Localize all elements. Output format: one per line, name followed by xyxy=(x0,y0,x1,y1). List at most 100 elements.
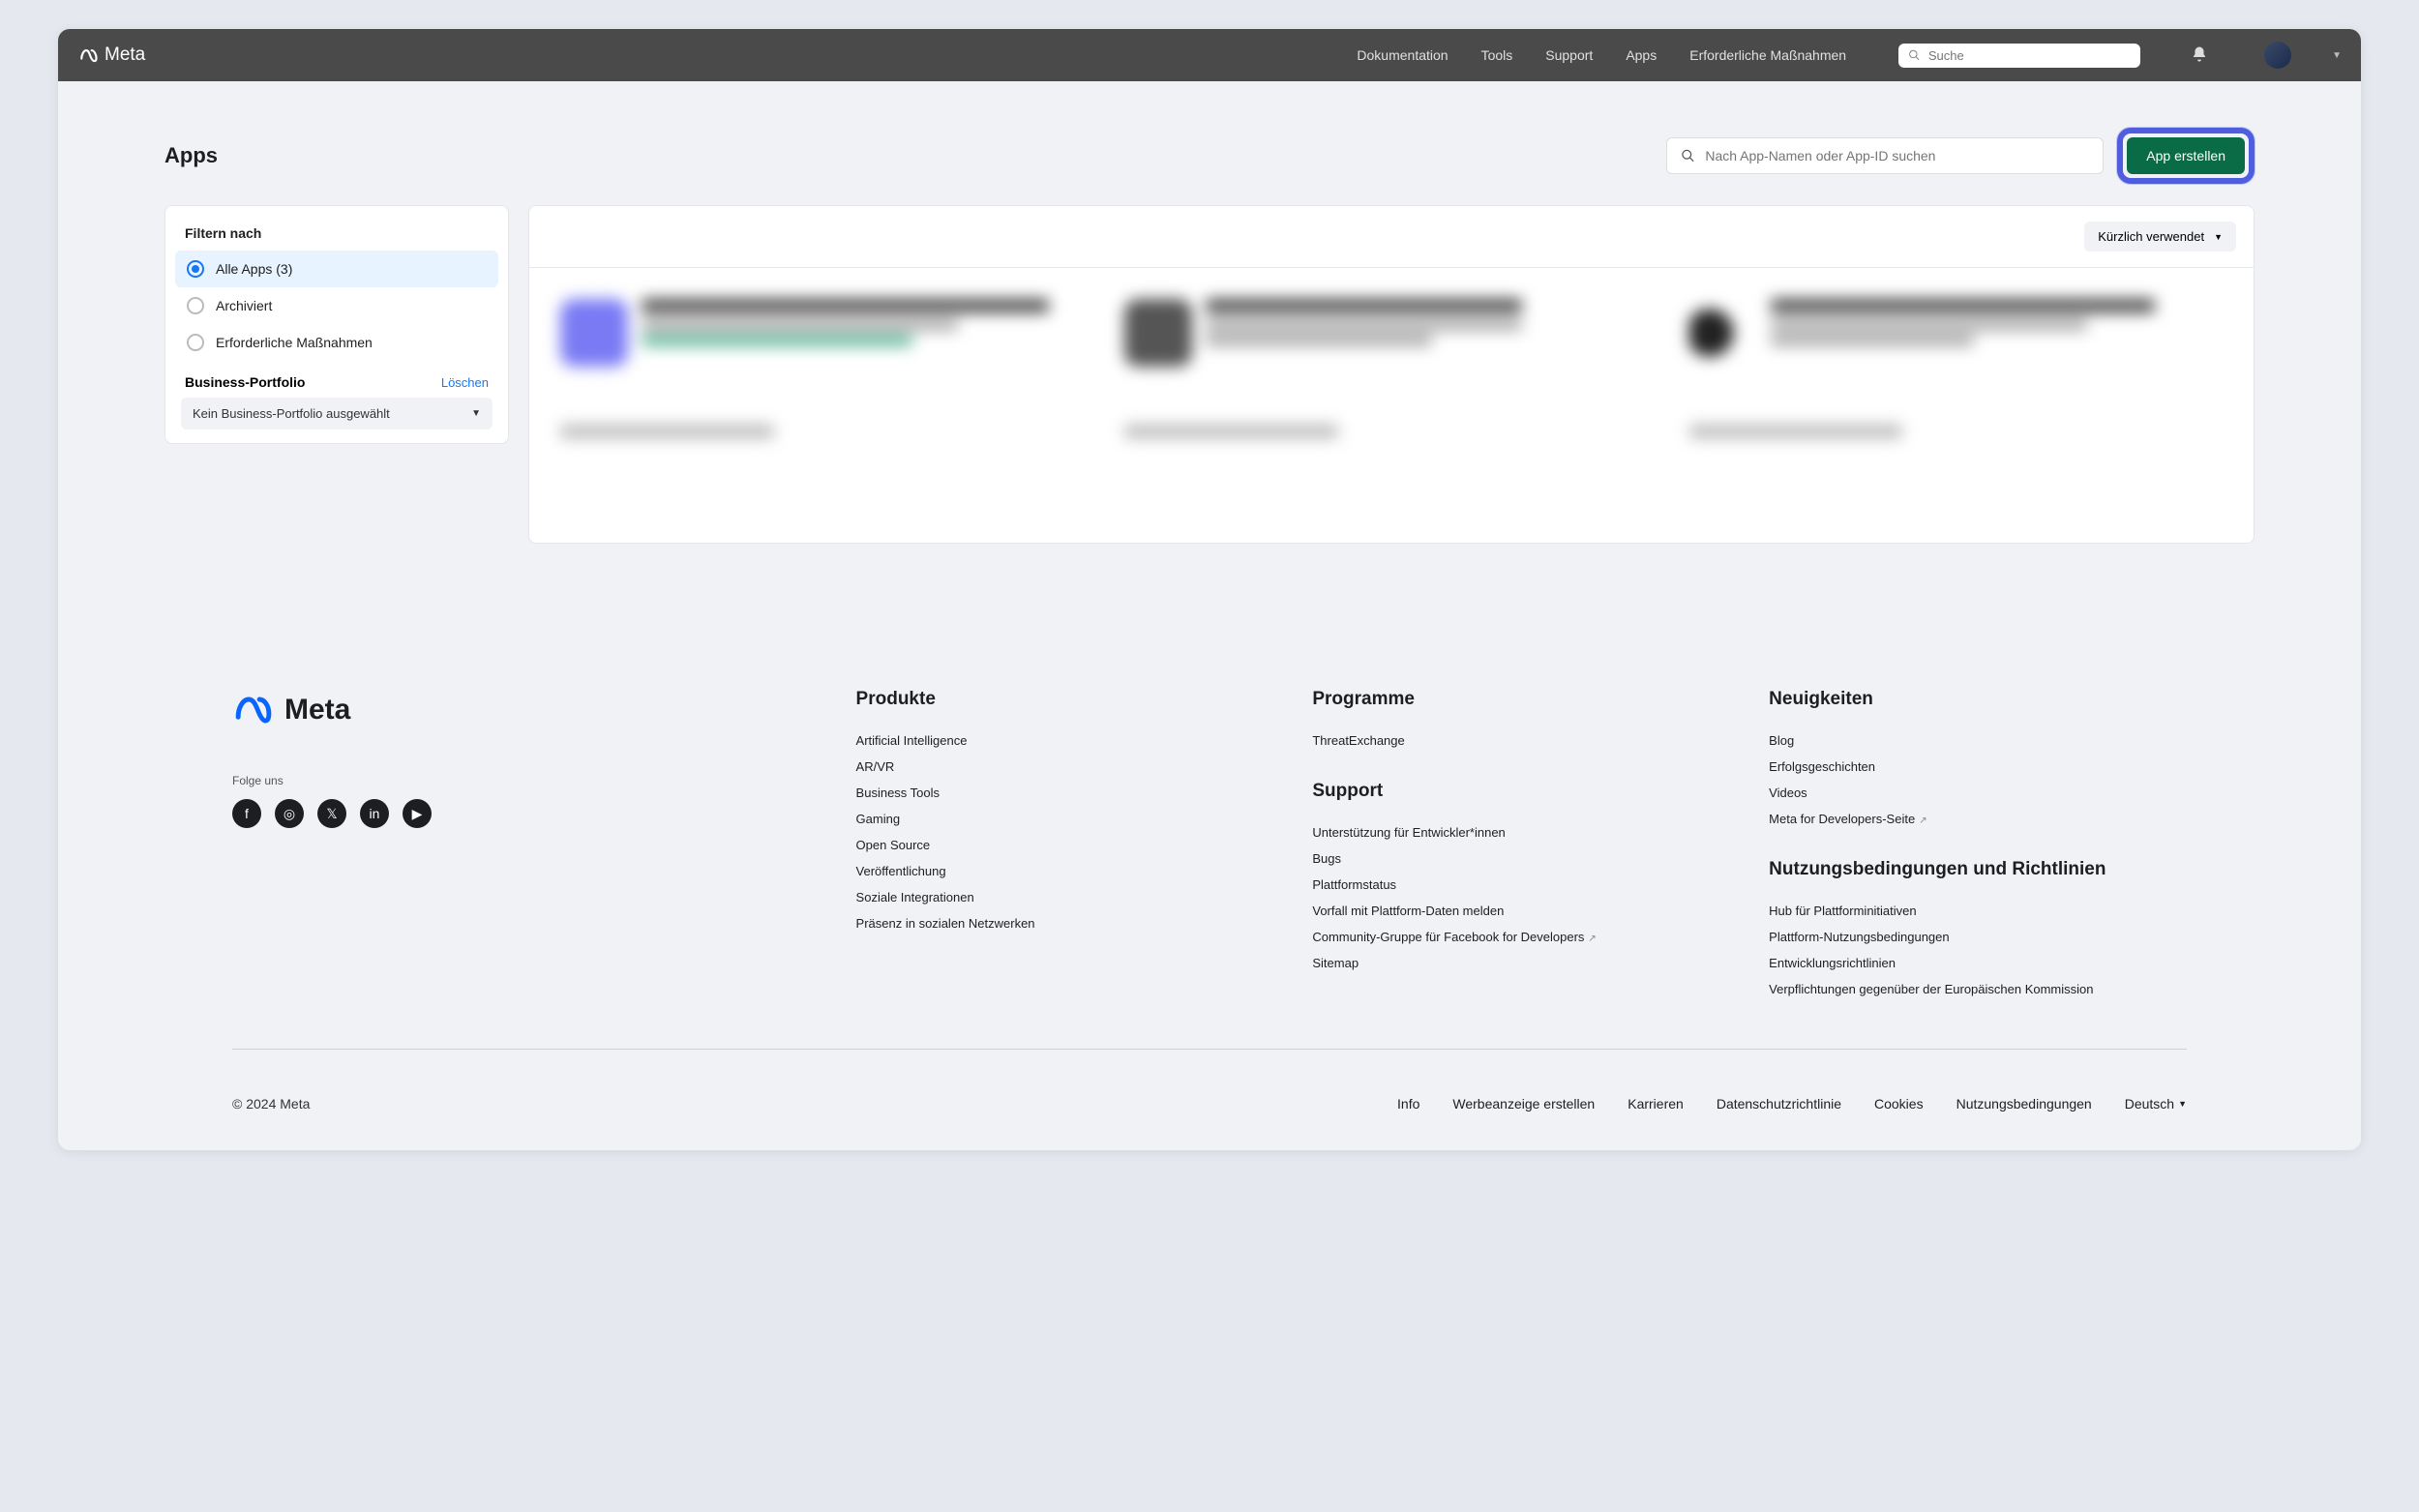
create-app-button[interactable]: App erstellen xyxy=(2127,137,2245,174)
footer-link[interactable]: Open Source xyxy=(856,832,1274,858)
portfolio-label: Business-Portfolio xyxy=(185,374,305,390)
app-card[interactable] xyxy=(547,291,1107,487)
footer-link[interactable]: Community-Gruppe für Facebook for Develo… xyxy=(1312,924,1730,950)
footer-link[interactable]: Verpflichtungen gegenüber der Europäisch… xyxy=(1769,976,2187,1002)
footer-brand-column: Meta Folge uns f ◎ 𝕏 in ▶ xyxy=(232,689,818,1002)
filter-heading: Filtern nach xyxy=(175,220,498,251)
filter-archived[interactable]: Archiviert xyxy=(175,287,498,324)
footer-columns: Meta Folge uns f ◎ 𝕏 in ▶ Produkte Artif… xyxy=(232,689,2187,1002)
content-layout: Filtern nach Alle Apps (3) Archiviert Er… xyxy=(164,205,2255,544)
chevron-down-icon: ▼ xyxy=(2178,1099,2187,1109)
instagram-icon[interactable]: ◎ xyxy=(275,799,304,828)
footer-bottom-link[interactable]: Cookies xyxy=(1874,1096,1924,1112)
footer-link[interactable]: Präsenz in sozialen Netzwerken xyxy=(856,910,1274,936)
footer-link[interactable]: Erfolgsgeschichten xyxy=(1769,754,2187,780)
chevron-down-icon: ▼ xyxy=(2214,232,2223,242)
brand-text: Meta xyxy=(105,44,145,66)
footer-programs-column: Programme ThreatExchange Support Unterst… xyxy=(1312,689,1730,1002)
footer-heading: Produkte xyxy=(856,689,1274,710)
twitter-icon[interactable]: 𝕏 xyxy=(317,799,346,828)
search-icon xyxy=(1681,148,1695,163)
footer-bottom-link[interactable]: Datenschutzrichtlinie xyxy=(1717,1096,1841,1112)
footer-news-column: Neuigkeiten Blog Erfolgsgeschichten Vide… xyxy=(1769,689,2187,1002)
portfolio-select[interactable]: Kein Business-Portfolio ausgewählt ▼ xyxy=(181,398,493,430)
app-list-panel: Kürzlich verwendet ▼ xyxy=(528,205,2255,544)
clear-portfolio-link[interactable]: Löschen xyxy=(441,375,489,390)
app-search-input[interactable] xyxy=(1705,148,2089,163)
footer-link[interactable]: Entwicklungsrichtlinien xyxy=(1769,950,2187,976)
create-app-highlight: App erstellen xyxy=(2117,128,2255,184)
global-search-input[interactable] xyxy=(1928,48,2131,63)
footer-link[interactable]: Hub für Plattforminitiativen xyxy=(1769,898,2187,924)
footer-link[interactable]: Soziale Integrationen xyxy=(856,884,1274,910)
footer-bottom-link[interactable]: Werbeanzeige erstellen xyxy=(1452,1096,1595,1112)
footer-link[interactable]: Business Tools xyxy=(856,780,1274,806)
notifications-icon[interactable] xyxy=(2191,45,2208,66)
footer-link[interactable]: AR/VR xyxy=(856,754,1274,780)
nav-tools[interactable]: Tools xyxy=(1481,47,1513,63)
youtube-icon[interactable]: ▶ xyxy=(403,799,432,828)
footer-link[interactable]: Plattformstatus xyxy=(1312,872,1730,898)
external-icon: ↗ xyxy=(1588,934,1596,944)
global-search[interactable] xyxy=(1898,44,2140,68)
language-selector[interactable]: Deutsch▼ xyxy=(2125,1096,2187,1112)
filter-required-actions[interactable]: Erforderliche Maßnahmen xyxy=(175,324,498,361)
nav-support[interactable]: Support xyxy=(1545,47,1593,63)
footer-bottom-link[interactable]: Nutzungsbedingungen xyxy=(1956,1096,2092,1112)
external-icon: ↗ xyxy=(1919,815,1926,826)
footer-logo[interactable]: Meta xyxy=(232,689,818,731)
facebook-icon[interactable]: f xyxy=(232,799,261,828)
nav-required-actions[interactable]: Erforderliche Maßnahmen xyxy=(1689,47,1846,63)
footer-link[interactable]: Meta for Developers-Seite↗ xyxy=(1769,806,2187,832)
linkedin-icon[interactable]: in xyxy=(360,799,389,828)
copyright: © 2024 Meta xyxy=(232,1096,310,1112)
footer-bottom-link[interactable]: Info xyxy=(1397,1096,1419,1112)
nav-apps[interactable]: Apps xyxy=(1626,47,1657,63)
filter-sidebar: Filtern nach Alle Apps (3) Archiviert Er… xyxy=(164,205,509,444)
footer-link[interactable]: Veröffentlichung xyxy=(856,858,1274,884)
filter-label: Alle Apps (3) xyxy=(216,261,292,277)
filter-label: Erforderliche Maßnahmen xyxy=(216,335,373,350)
footer-link[interactable]: Gaming xyxy=(856,806,1274,832)
radio-icon xyxy=(187,260,204,278)
footer-bottom: © 2024 Meta Info Werbeanzeige erstellen … xyxy=(232,1096,2187,1112)
footer-heading: Nutzungsbedingungen und Richtlinien xyxy=(1769,859,2187,880)
footer-link[interactable]: Videos xyxy=(1769,780,2187,806)
app-search[interactable] xyxy=(1666,137,2104,174)
footer-link[interactable]: Artificial Intelligence xyxy=(856,727,1274,754)
filter-all-apps[interactable]: Alle Apps (3) xyxy=(175,251,498,287)
page-header: Apps App erstellen xyxy=(164,128,2255,184)
app-card[interactable] xyxy=(1111,291,1671,487)
footer-link[interactable]: Vorfall mit Plattform-Daten melden xyxy=(1312,898,1730,924)
footer-bottom-link[interactable]: Karrieren xyxy=(1628,1096,1684,1112)
app-frame: Meta Dokumentation Tools Support Apps Er… xyxy=(58,29,2361,1150)
app-card[interactable] xyxy=(1676,291,2236,487)
user-avatar[interactable] xyxy=(2264,42,2291,69)
footer-link[interactable]: Bugs xyxy=(1312,845,1730,872)
radio-icon xyxy=(187,334,204,351)
footer-bottom-links: Info Werbeanzeige erstellen Karrieren Da… xyxy=(1397,1096,2187,1112)
sort-dropdown[interactable]: Kürzlich verwendet ▼ xyxy=(2084,222,2236,252)
user-menu-caret[interactable]: ▼ xyxy=(2332,50,2342,61)
portfolio-value: Kein Business-Portfolio ausgewählt xyxy=(193,406,390,421)
footer-link[interactable]: ThreatExchange xyxy=(1312,727,1730,754)
top-navigation: Meta Dokumentation Tools Support Apps Er… xyxy=(58,29,2361,81)
footer-heading: Neuigkeiten xyxy=(1769,689,2187,710)
footer-link[interactable]: Sitemap xyxy=(1312,950,1730,976)
chevron-down-icon: ▼ xyxy=(471,408,481,419)
follow-us-label: Folge uns xyxy=(232,774,818,787)
brand-logo[interactable]: Meta xyxy=(77,44,145,66)
search-icon xyxy=(1908,48,1921,62)
main-content: Apps App erstellen Filtern nach Alle App… xyxy=(58,81,2361,602)
footer-link[interactable]: Plattform-Nutzungsbedingungen xyxy=(1769,924,2187,950)
footer-link[interactable]: Unterstützung für Entwickler*innen xyxy=(1312,819,1730,845)
primary-nav: Dokumentation Tools Support Apps Erforde… xyxy=(1357,42,2342,69)
social-links: f ◎ 𝕏 in ▶ xyxy=(232,799,818,828)
footer-divider xyxy=(232,1049,2187,1050)
sort-bar: Kürzlich verwendet ▼ xyxy=(529,206,2254,268)
filter-label: Archiviert xyxy=(216,298,272,313)
app-cards xyxy=(529,268,2254,525)
footer-link[interactable]: Blog xyxy=(1769,727,2187,754)
page-footer: Meta Folge uns f ◎ 𝕏 in ▶ Produkte Artif… xyxy=(58,602,2361,1150)
nav-documentation[interactable]: Dokumentation xyxy=(1357,47,1448,63)
